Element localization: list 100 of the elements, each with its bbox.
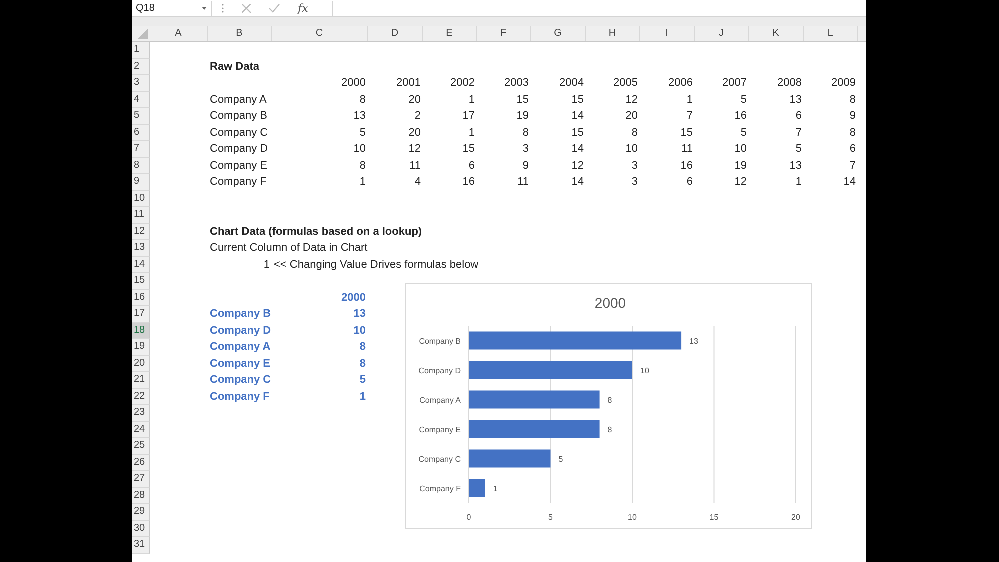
row-header[interactable]: 7 [132, 141, 150, 158]
row-header[interactable]: 28 [132, 488, 150, 504]
cell-text: 2008 [778, 77, 802, 90]
cell-text: 16 [462, 176, 475, 188]
row-header[interactable]: 1 [132, 42, 150, 58]
row-header[interactable]: 13 [132, 240, 150, 256]
cell-text: Company A [210, 94, 267, 106]
cell-text: 7 [850, 160, 856, 172]
cell-text: 8 [360, 358, 366, 370]
cell-text: 13 [790, 94, 802, 106]
row-header[interactable]: 31 [132, 537, 150, 554]
row-header[interactable]: 5 [132, 108, 150, 124]
cell-text: Company B [210, 308, 272, 320]
row-header[interactable]: 29 [132, 504, 150, 520]
data-label: 1 [493, 484, 498, 494]
cell-text: 3 [632, 160, 638, 172]
cell-text: 5 [740, 94, 747, 106]
cell-text: Company D [210, 143, 268, 156]
chart-area[interactable]: 2000 0 5 10 15 20 Company B 13 Company D 10 Company A 8 Company E 8 Company C 5 Company F 1 [405, 283, 812, 529]
row-header[interactable]: 30 [132, 520, 150, 537]
cell-text: 20 [626, 110, 638, 122]
cell-text: 8 [632, 126, 638, 139]
column-header[interactable]: G [531, 26, 586, 41]
cell-text: 15 [516, 94, 529, 106]
data-label: 8 [608, 396, 612, 405]
cell-text: Company B [210, 110, 268, 122]
cancel-icon[interactable] [242, 4, 251, 12]
row-header[interactable]: 26 [132, 454, 150, 471]
cell-text: 12 [626, 94, 638, 106]
cell-text: 11 [682, 143, 693, 156]
cell-text: 9 [850, 110, 856, 122]
category-label: Company F [420, 484, 461, 494]
cell-text: 1 [360, 176, 366, 188]
row-header[interactable]: 23 [132, 405, 150, 422]
insert-function-button[interactable]: fx [298, 2, 308, 14]
row-header[interactable]: 11 [132, 207, 150, 224]
cell-text: 1 [264, 258, 270, 271]
row-header[interactable]: 6 [132, 124, 150, 141]
column-header[interactable]: H [586, 26, 640, 41]
column-header[interactable]: A [150, 26, 208, 41]
cell-text: Company D [210, 324, 272, 337]
row-header[interactable]: 27 [132, 471, 150, 488]
cell-text: 11 [410, 160, 421, 172]
cell-text: 6 [468, 160, 475, 172]
row-header[interactable]: 19 [132, 339, 150, 356]
cell-text: Company C [210, 374, 272, 386]
row-header[interactable]: 22 [132, 388, 150, 405]
select-all-icon[interactable] [138, 29, 148, 39]
column-header[interactable]: E [423, 26, 477, 41]
row-header[interactable]: 20 [132, 356, 150, 372]
cell-text: 10 [626, 143, 638, 156]
cell-text: 2005 [614, 77, 638, 90]
cell-text: 5 [360, 126, 366, 139]
cell-text: Company A [210, 341, 271, 354]
cell-text: 10 [354, 324, 366, 337]
cell-text: Chart Data (formulas based on a lookup) [210, 226, 422, 238]
row-header[interactable]: 24 [132, 422, 150, 438]
cell-text: 1 [468, 126, 475, 139]
column-header[interactable]: L [804, 26, 858, 41]
row-header[interactable]: 4 [132, 92, 150, 108]
column-header[interactable]: F [477, 26, 531, 41]
row-header[interactable]: 8 [132, 158, 150, 174]
dropdown-caret-icon[interactable] [202, 6, 207, 10]
category-label: Company E [419, 425, 461, 434]
row-header[interactable]: 21 [132, 372, 150, 388]
row-header[interactable]: 15 [132, 273, 150, 290]
cell-text: 16 [680, 160, 693, 172]
cell-text: 1 [686, 94, 693, 106]
cell-text: Company F [210, 390, 270, 403]
column-header[interactable]: B [208, 26, 272, 41]
axis-tick-label: 15 [710, 513, 719, 522]
cell-text: 15 [680, 126, 693, 139]
column-header[interactable]: J [695, 26, 749, 41]
row-header[interactable]: 18 [132, 322, 150, 339]
cell-text: 2009 [832, 77, 856, 90]
checkmark-icon[interactable] [269, 4, 280, 12]
bar [469, 479, 486, 498]
cell-text: 12 [734, 176, 747, 188]
row-header[interactable]: 25 [132, 438, 150, 454]
row-header[interactable]: 16 [132, 290, 150, 306]
column-header[interactable]: D [368, 26, 423, 41]
cell-text: 6 [850, 143, 856, 156]
row-header[interactable]: 14 [132, 256, 150, 273]
row-header[interactable]: 12 [132, 224, 150, 240]
column-header[interactable]: I [640, 26, 695, 41]
row-header[interactable]: 2 [132, 58, 150, 75]
column-header[interactable]: K [749, 26, 804, 41]
cell-text: 2000 [342, 292, 366, 304]
row-header[interactable]: 10 [132, 190, 150, 207]
cell-text: 20 [408, 94, 421, 106]
row-header[interactable]: 17 [132, 306, 150, 322]
cell-text: 2002 [450, 77, 475, 90]
row-header[interactable]: 9 [132, 174, 150, 190]
cell-text: 19 [734, 160, 747, 172]
cell-text: 5 [796, 143, 802, 156]
cell-text: 11 [518, 176, 529, 188]
column-header[interactable]: C [272, 26, 368, 41]
chart-title: 2000 [594, 295, 626, 311]
row-header[interactable]: 3 [132, 75, 150, 92]
cell-text: 16 [734, 110, 747, 122]
